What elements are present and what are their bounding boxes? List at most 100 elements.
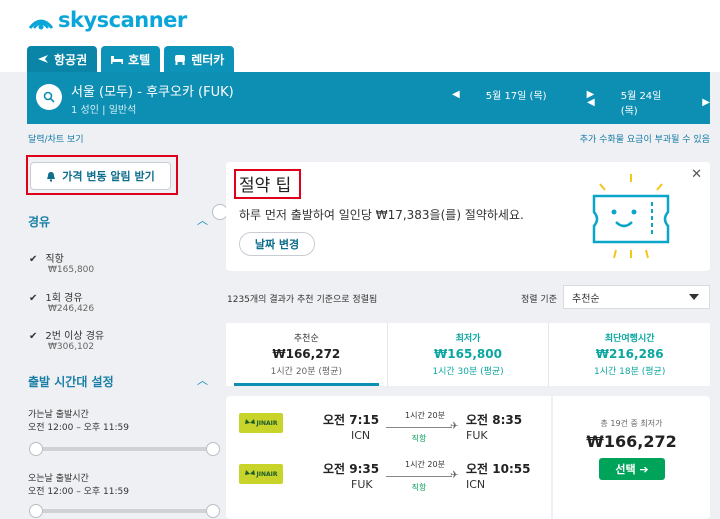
stop-option-direct[interactable]: ✔ 직항 (29, 250, 64, 265)
sort-tab-title: 최단여행시간 (604, 334, 655, 344)
check-icon: ✔ (29, 331, 38, 342)
tab-car-rental[interactable]: 렌터카 (164, 46, 235, 72)
inbound-arrive-time: 오전 10:55 (466, 462, 531, 476)
stop-option-price: ₩165,800 (48, 265, 95, 275)
outbound-stops: 직항 (411, 434, 427, 443)
sunrise-logo-icon (28, 19, 54, 30)
inbound-duration: 1시간 20분 (405, 460, 445, 469)
tab-flights[interactable]: 항공권 (27, 46, 98, 72)
return-time-slider[interactable] (36, 509, 212, 513)
check-icon: ✔ (29, 293, 38, 304)
airline-logo: JINAIR (239, 464, 283, 484)
sort-tab-title: 추천순 (293, 334, 319, 344)
sort-tab-title: 최저가 (455, 334, 481, 344)
outbound-time-slider[interactable] (36, 447, 212, 451)
calendar-chart-link[interactable]: 달력/차트 보기 (28, 132, 84, 145)
stops-chevron-up-icon[interactable]: ︿ (197, 212, 208, 228)
select-flight-button[interactable]: 선택 ➔ (599, 458, 665, 480)
sort-tab-recommended[interactable]: 추천순 ₩166,272 1시간 20분 (평균) (226, 323, 388, 386)
plane-icon: ✈ (450, 421, 459, 432)
tip-text: 하루 먼저 출발하여 일인당 ₩17,383을(를) 절약하세요. (239, 208, 524, 222)
brand-name: skyscanner (58, 8, 187, 32)
inbound-arrive-code: ICN (466, 478, 486, 491)
airline-logo: JINAIR (239, 413, 283, 433)
sort-tab-price: ₩165,800 (434, 347, 502, 361)
check-icon: ✔ (29, 254, 38, 265)
depart-prev-arrow[interactable]: ◀ (452, 89, 460, 100)
outbound-arrive-code: FUK (466, 429, 488, 442)
sort-tab-duration: 1시간 30분 (평균) (432, 367, 504, 377)
sort-tab-duration: 1시간 18분 (평균) (594, 367, 666, 377)
price-panel: 총 19건 중 최저가 ₩166,272 선택 ➔ (553, 396, 710, 519)
skyscanner-logo[interactable]: skyscanner (28, 8, 187, 32)
passenger-info: 1 성인 | 일반석 (71, 101, 136, 116)
tab-flights-label: 항공권 (54, 52, 88, 67)
passenger-count: 1 성인 (71, 105, 99, 116)
close-icon[interactable]: ✕ (691, 167, 702, 182)
butterfly-icon (244, 469, 255, 475)
tab-hotels-label: 호텔 (128, 52, 151, 67)
tab-hotels[interactable]: 호텔 (101, 46, 161, 72)
return-slider-end-handle[interactable] (206, 504, 220, 518)
stop-option-label: 2번 이상 경유 (45, 331, 105, 342)
bed-icon (111, 56, 124, 64)
outbound-slider-end-handle[interactable] (206, 442, 220, 456)
search-icon (43, 91, 55, 103)
inbound-route-line (386, 476, 452, 477)
happy-ticket-icon (592, 174, 670, 259)
return-date-control: ◀ 5월 24일 (목) ▶ (587, 87, 710, 117)
search-summary-bar[interactable]: 서울 (모두) - 후쿠오카 (FUK) 1 성인 | 일반석 ◀ 5월 17일… (27, 72, 710, 124)
outbound-duration: 1시간 20분 (405, 411, 445, 420)
airline-name: JINAIR (256, 470, 278, 478)
sort-tab-duration: 1시간 20분 (평균) (270, 367, 342, 377)
outbound-time-range: 오전 12:00 – 오후 11:59 (28, 423, 129, 433)
sort-dropdown[interactable]: 추천순 (563, 285, 710, 309)
return-slider-start-handle[interactable] (29, 504, 43, 518)
result-count: 1235개의 결과가 추천 기준으로 정렬됨 (227, 295, 378, 305)
stops-filter-title[interactable]: 경유 (28, 213, 50, 230)
return-date[interactable]: 5월 24일 (목) (621, 87, 671, 117)
stop-option-price: ₩246,426 (48, 304, 95, 314)
sort-tab-price: ₩166,272 (272, 347, 341, 361)
stop-option-label: 1회 경유 (45, 293, 83, 304)
inbound-stops: 직항 (411, 483, 427, 492)
baggage-fee-link[interactable]: 추가 수화물 요금이 부과될 수 있음 (580, 132, 710, 145)
return-time-range: 오전 12:00 – 오후 11:59 (28, 487, 129, 497)
inbound-depart-time: 오전 9:35 (323, 462, 380, 476)
highlight-box-alert (26, 155, 178, 195)
airline-name: JINAIR (256, 419, 278, 427)
stop-option-label: 직항 (45, 254, 64, 265)
return-prev-arrow[interactable]: ◀ (587, 97, 595, 108)
outbound-slider-start-handle[interactable] (29, 442, 43, 456)
stop-option-price: ₩306,102 (48, 342, 95, 352)
sort-tabs: 추천순 ₩166,272 1시간 20분 (평균) 최저가 ₩165,800 1… (226, 323, 710, 386)
sort-tab-price: ₩216,286 (595, 347, 664, 361)
time-chevron-up-icon[interactable]: ︿ (197, 372, 208, 388)
caret-down-icon (689, 294, 699, 300)
stop-option-two-plus[interactable]: ✔ 2번 이상 경유 (29, 327, 104, 342)
depart-date-control: ◀ 5월 17일 (목) ▶ (452, 87, 594, 102)
flight-result-card[interactable]: JINAIR 오전 7:15 ICN 1시간 20분 ✈ 직항 오전 8:35 … (226, 396, 551, 519)
search-button[interactable] (36, 84, 62, 110)
butterfly-icon (244, 418, 255, 424)
return-next-arrow[interactable]: ▶ (702, 97, 710, 108)
sort-tab-cheapest[interactable]: 최저가 ₩165,800 1시간 30분 (평균) (388, 323, 550, 386)
stop-option-one[interactable]: ✔ 1회 경유 (29, 289, 83, 304)
plane-icon: ✈ (450, 470, 459, 481)
deal-note: 총 19건 중 최저가 (600, 419, 663, 428)
tab-car-rental-label: 렌터카 (191, 52, 225, 67)
outbound-depart-time: 오전 7:15 (323, 413, 380, 427)
deal-price: ₩166,272 (586, 432, 677, 451)
departure-time-filter-title[interactable]: 출발 시간대 설정 (28, 373, 114, 390)
depart-date[interactable]: 5월 17일 (목) (486, 87, 547, 102)
route-text: 서울 (모두) - 후쿠오카 (FUK) (71, 85, 234, 100)
outbound-time-label: 가는날 출발시간 (28, 410, 89, 420)
sort-label: 정렬 기준 (521, 295, 557, 305)
product-tabs: 항공권 호텔 렌터카 (27, 46, 238, 72)
sort-tab-fastest[interactable]: 최단여행시간 ₩216,286 1시간 18분 (평균) (549, 323, 710, 386)
return-time-label: 오는날 출발시간 (28, 474, 89, 484)
plane-icon (38, 55, 48, 63)
top-bar: skyscanner 항공권 호텔 렌터카 (0, 0, 720, 72)
outbound-route-line (386, 427, 452, 428)
change-date-button[interactable]: 날짜 변경 (239, 232, 315, 256)
